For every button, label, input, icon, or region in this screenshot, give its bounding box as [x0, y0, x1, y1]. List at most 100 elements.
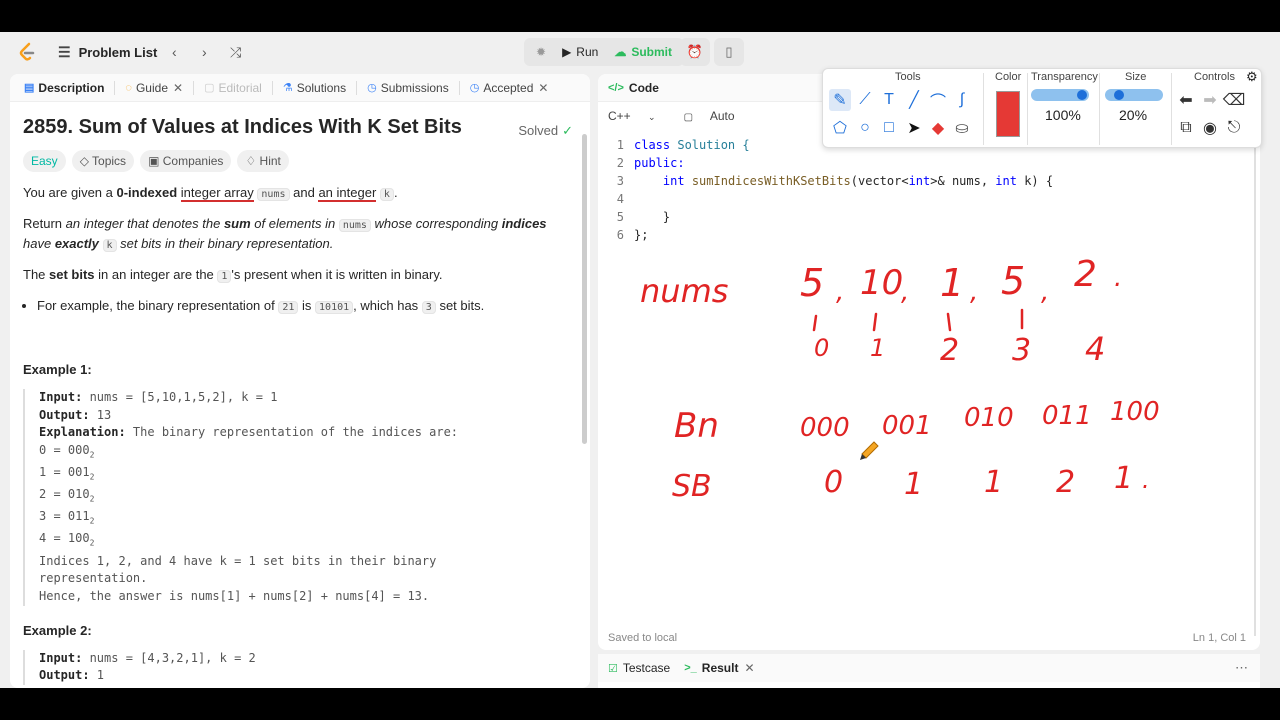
language-select[interactable]: C++ ⌄ — [608, 109, 670, 123]
more-options-icon[interactable]: ⋯ — [1235, 660, 1248, 676]
debug-button[interactable]: ✹ — [528, 38, 554, 66]
toolbar-divider — [1099, 73, 1100, 145]
code-token: int — [908, 174, 931, 188]
handwritten-setbit: 0 — [824, 465, 843, 500]
undo-arrow-icon[interactable]: ⬅ — [1175, 89, 1197, 111]
handwritten-index: 1 — [870, 334, 885, 362]
line-tool-icon[interactable]: ╱ — [903, 89, 925, 111]
topics-chip[interactable]: ◇ Topics — [71, 150, 135, 172]
note-icon: ▯ — [725, 44, 733, 59]
example-line: 1 = 0012 — [39, 464, 573, 486]
screenshot-icon[interactable]: ⧉ — [1175, 117, 1197, 139]
eraser-tool-icon[interactable]: ◆ — [927, 117, 949, 139]
tab-result[interactable]: >_ Result ✕ — [684, 661, 754, 675]
curve-tool-icon[interactable]: ⌒ — [927, 89, 949, 111]
text-run: For example, the binary representation o… — [37, 298, 279, 313]
problem-title[interactable]: 2859. Sum of Values at Indices With K Se… — [23, 116, 462, 138]
rectangle-tool-icon[interactable]: □ — [878, 117, 900, 139]
app-frame: ☰ Problem List ‹ › ⤮ ✹ ▶ Run ☁ Submit ⏰ ▯ … — [0, 32, 1280, 688]
tools-heading: Tools — [895, 71, 921, 83]
polygon-tool-icon[interactable]: ⬠ — [829, 117, 851, 139]
text-run-underlined: an integer — [318, 185, 377, 202]
hint-chip[interactable]: ♢ Hint — [237, 150, 289, 172]
example-line: Explanation: The binary representation o… — [39, 424, 573, 442]
description-paragraph-1: You are given a 0-indexed integer array … — [23, 184, 573, 204]
code-panel: </> Code C++ ⌄ ▢ Auto 1 class Solution { 2… — [598, 74, 1260, 650]
tab-accepted[interactable]: ◷ Accepted ✕ — [464, 74, 555, 102]
close-icon[interactable]: ✕ — [538, 81, 548, 95]
explanation-value: The binary representation of the indices… — [125, 425, 459, 440]
terminal-icon: >_ — [684, 662, 697, 674]
pencil-tool-icon[interactable]: ✎ — [829, 89, 851, 111]
redo-arrow-icon[interactable]: ➡ — [1199, 89, 1221, 111]
auto-mode[interactable]: ▢ Auto — [684, 109, 749, 123]
random-problem-button[interactable]: ⤮ — [230, 40, 241, 64]
hide-eye-icon[interactable]: ◉ — [1199, 117, 1221, 139]
clear-broom-icon[interactable]: ⌫ — [1223, 89, 1246, 111]
handwritten-binary: 100 — [1110, 397, 1160, 427]
problem-list-button[interactable]: ☰ Problem List — [58, 40, 157, 64]
size-slider[interactable] — [1105, 89, 1163, 101]
example-line: Hence, the answer is nums[1] + nums[2] +… — [39, 588, 430, 603]
code-line: 5 } — [598, 208, 1260, 226]
tab-description[interactable]: ▤ Description — [18, 74, 110, 102]
code-editor[interactable]: 1 class Solution { 2 public: 3 int sumIndi… — [598, 136, 1260, 244]
example-line: Input: nums = [5,10,1,5,2], k = 1 — [39, 389, 573, 407]
leetcode-logo[interactable] — [18, 40, 36, 64]
example-line: 3 = 0112 — [39, 508, 573, 530]
notes-button[interactable]: ▯ — [714, 38, 744, 66]
inline-code: nums — [257, 188, 290, 201]
handwritten-value: 1 — [940, 261, 964, 305]
tab-submissions[interactable]: ◷ Submissions — [361, 74, 455, 102]
fill-tool-icon[interactable]: ⛀ — [951, 117, 973, 139]
binary-row: 1 = 001 — [39, 465, 90, 480]
base-subscript: 2 — [89, 494, 95, 504]
tab-editorial[interactable]: ▢ Editorial — [198, 74, 268, 102]
hint-label: Hint — [259, 154, 281, 168]
scrollbar[interactable] — [582, 134, 587, 444]
handwritten-value: 2 — [1074, 254, 1097, 295]
submit-button[interactable]: ☁ Submit — [606, 38, 680, 66]
close-icon[interactable]: ✕ — [173, 81, 183, 95]
timer-button[interactable]: ⏰ — [680, 38, 710, 66]
inline-code: 10101 — [315, 301, 354, 314]
tab-guide[interactable]: ◌ Guide ✕ — [119, 74, 189, 102]
close-icon[interactable]: ✕ — [744, 661, 754, 675]
binary-row: 4 = 100 — [39, 531, 90, 546]
output-label: Output: — [39, 407, 90, 422]
text-tool-icon[interactable]: T — [878, 89, 900, 111]
handwritten-value: 5 — [800, 261, 824, 305]
eyedropper-tool-icon[interactable]: ⟋ — [854, 89, 876, 111]
line-number: 4 — [616, 192, 624, 206]
freehand-tool-icon[interactable]: ∫ — [951, 89, 973, 111]
text-run: The — [23, 267, 50, 282]
handwritten-binary: 001 — [882, 411, 932, 441]
cursor-tool-icon[interactable]: ➤ — [903, 117, 925, 139]
circle-tool-icon[interactable]: ○ — [854, 117, 876, 139]
tab-solutions[interactable]: ⚗ Solutions — [277, 74, 352, 102]
input-label: Input: — [39, 650, 83, 665]
example-line: Indices 1, 2, and 4 have k = 1 set bits … — [39, 553, 437, 568]
slider-knob[interactable] — [1114, 90, 1124, 100]
text-run: , which has — [353, 298, 422, 313]
tab-divider — [458, 80, 460, 95]
handwritten-setbit: 1 — [1114, 461, 1133, 496]
example-line: 2 = 0102 — [39, 486, 573, 508]
run-button[interactable]: ▶ Run — [554, 38, 606, 66]
page-title[interactable]: 2859. Sum of Values at Indices With K Se… — [23, 114, 573, 140]
next-problem-button[interactable]: › — [202, 40, 207, 64]
slider-knob[interactable] — [1077, 90, 1087, 100]
tab-testcase[interactable]: ☑ Testcase — [608, 661, 670, 675]
problem-description: 2859. Sum of Values at Indices With K Se… — [23, 114, 573, 688]
settings-gear-icon[interactable]: ⚙ — [1246, 69, 1258, 85]
companies-chip[interactable]: ▣ Companies — [140, 150, 232, 172]
prev-problem-button[interactable]: ‹ — [172, 40, 177, 64]
logo-icon — [19, 42, 35, 61]
color-swatch[interactable] — [996, 91, 1020, 137]
transparency-slider[interactable] — [1031, 89, 1089, 101]
scrollbar[interactable] — [1254, 136, 1256, 636]
tab-accepted-label: Accepted — [483, 80, 534, 95]
handwritten-setbit: 1 — [984, 465, 1003, 500]
exit-icon[interactable]: ⎋ — [1223, 117, 1245, 139]
base-subscript: 2 — [89, 538, 95, 548]
